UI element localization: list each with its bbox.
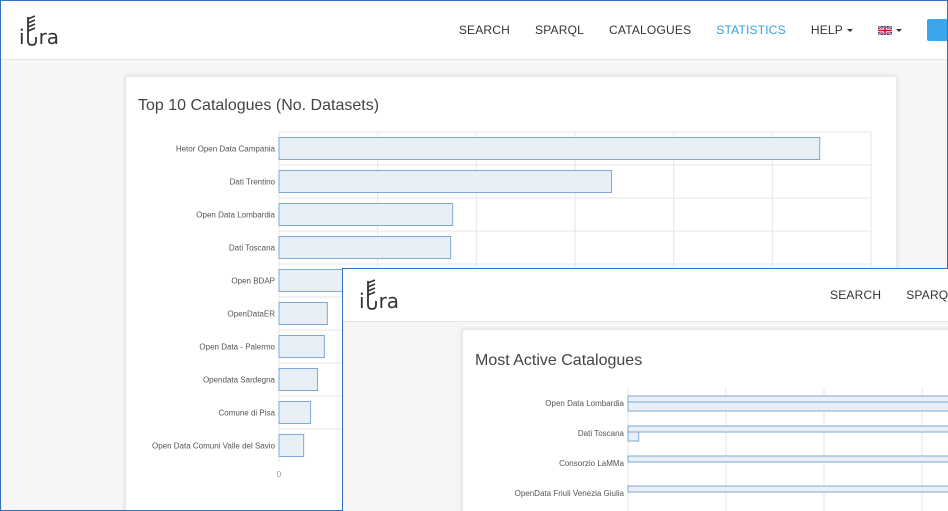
uk-flag-icon [878,26,892,36]
navbar: i ra SEARCH SPARQL [343,269,948,322]
brand-logo-text-ra: ra [378,289,400,313]
bar [278,170,613,193]
category-label: Comune di Pisa [219,409,276,418]
category-label: Open Data Comuni Valle del Savio [152,442,276,451]
navbar: i ra SEARCH SPARQL CATALOGUES STATISTICS… [1,1,947,60]
nav-help-label: HELP [810,23,843,37]
browser-window-most-active: i ra SEARCH SPARQL Most Active Catalogue… [342,268,948,511]
category-label: Open Data - Palermo [199,343,275,352]
fork-logo-icon [366,279,377,310]
caret-down-icon [847,29,853,33]
nav-search[interactable]: SEARCH [830,288,881,302]
bar [278,236,452,259]
category-label: Dati Toscana [578,429,625,438]
brand-logo-text-i: i [359,289,365,313]
nav-menu: SEARCH SPARQL CATALOGUES STATISTICS HELP [459,1,947,59]
category-label: Hetor Open Data Campania [176,145,276,154]
nav-search[interactable]: SEARCH [459,23,510,37]
category-label: Dati Trentino [230,178,276,187]
bar [627,485,948,493]
fork-logo-icon [26,15,37,46]
bar [278,203,454,226]
category-label: OpenDataER [227,310,275,319]
caret-down-icon [896,29,902,33]
nav-statistics[interactable]: STATISTICS [716,23,786,37]
nav-sparql[interactable]: SPARQL [906,288,948,302]
brand-logo[interactable]: i ra [19,13,59,47]
nav-menu: SEARCH SPARQL [830,269,948,321]
bar [278,401,312,424]
bar [627,431,640,442]
language-selector[interactable] [878,23,902,37]
category-label: Opendata Sardegna [203,376,276,385]
bar [278,335,325,358]
bar [278,302,328,325]
bar [627,425,948,433]
brand-logo-text-ra: ra [38,25,60,49]
brand-logo-text-i: i [19,25,25,49]
category-label: OpenData Friuli Venezia Giulia [515,489,625,498]
bar [627,455,948,463]
category-label: Open BDAP [231,277,275,286]
bar [278,137,821,160]
category-label: Open Data Lombardia [196,211,275,220]
login-button[interactable] [927,19,947,41]
bar [627,395,948,403]
nav-help[interactable]: HELP [811,23,853,37]
most-active-chart: Open Data Lombardia Dati Toscana Consorzio… [515,388,948,511]
bar [627,401,948,412]
bar [278,434,305,457]
bar [278,368,318,391]
category-label: Open Data Lombardia [545,399,624,408]
nav-sparql[interactable]: SPARQL [535,23,584,37]
nav-catalogues[interactable]: CATALOGUES [609,23,691,37]
category-label: Consorzio LaMMa [559,459,624,468]
category-label: Dati Toscana [229,244,276,253]
most-active-card: Most Active Catalogues Open Data Lombard… [462,329,948,511]
brand-logo[interactable]: i ra [359,277,399,311]
tick-label: 0 [277,470,282,479]
